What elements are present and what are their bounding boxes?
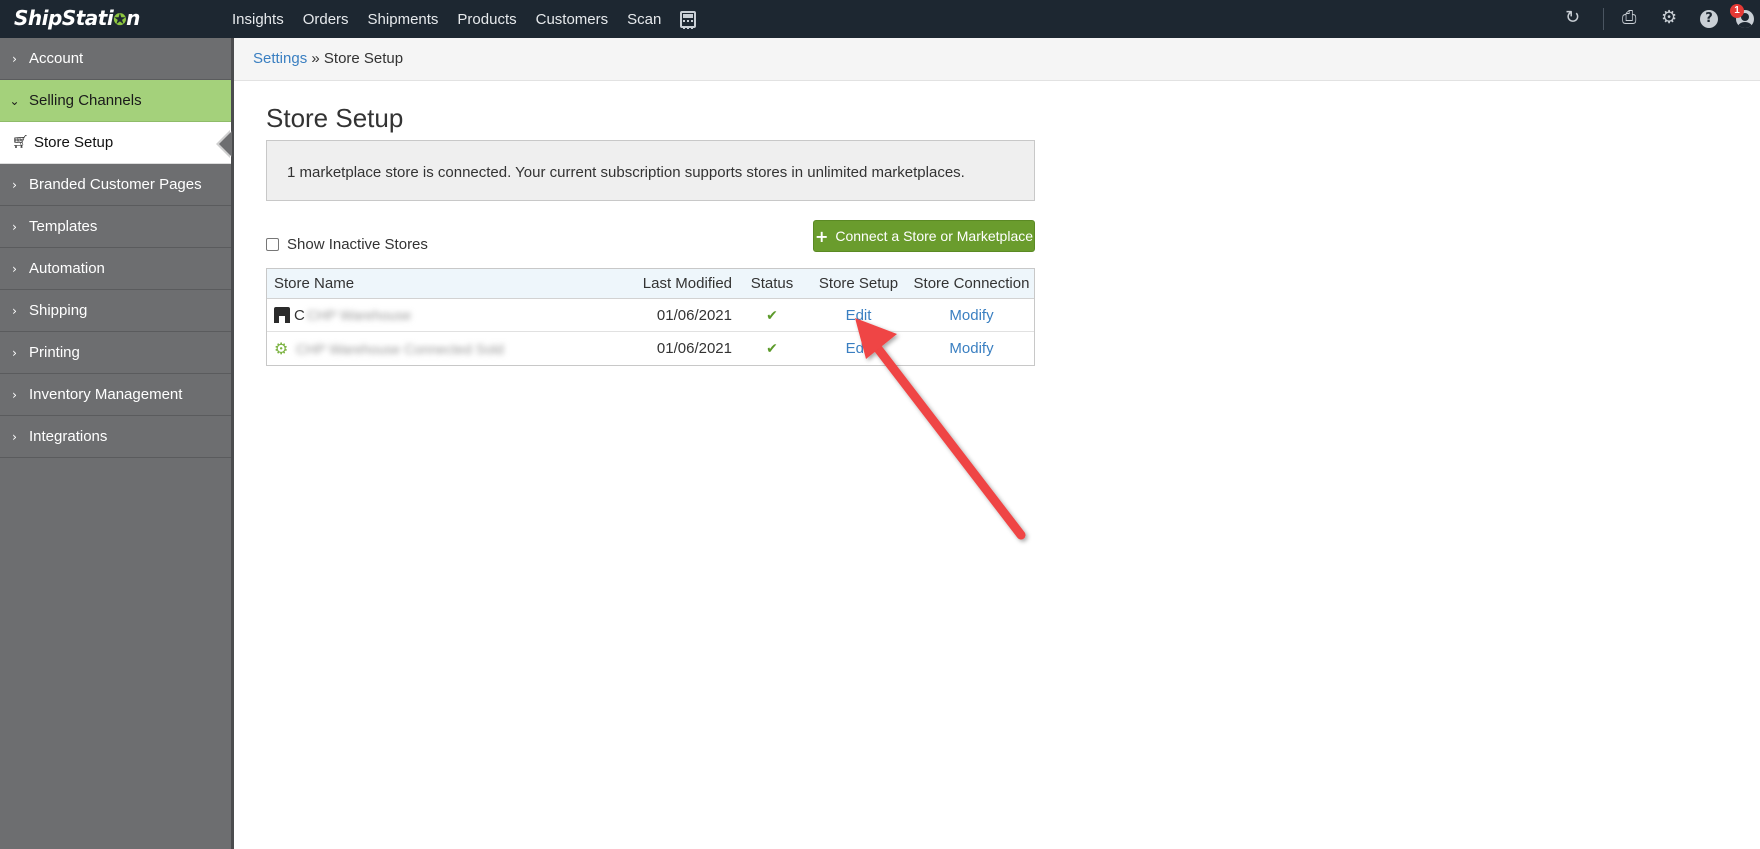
nav-customers[interactable]: Customers (536, 11, 609, 28)
sidebar-item-account[interactable]: › Account (0, 38, 231, 80)
storefront-icon (274, 307, 290, 323)
refresh-icon[interactable]: ↻ (1565, 8, 1580, 28)
sidebar-item-label: Automation (29, 260, 105, 277)
connect-store-button[interactable]: + Connect a Store or Marketplace (813, 220, 1035, 252)
cart-icon: 🛒︎ (12, 135, 29, 150)
sidebar-item-label: Account (29, 50, 84, 67)
breadcrumb: Settings » Store Setup (253, 50, 403, 67)
sidebar-item-label: Branded Customer Pages (29, 176, 202, 193)
show-inactive-label: Show Inactive Stores (287, 236, 428, 253)
store-setup-cell: Edit (808, 340, 909, 357)
chevron-down-icon: ⌄ (9, 93, 20, 108)
top-navigation-bar: ShipStati✪n Insights Orders Shipments Pr… (0, 0, 1760, 38)
table-row: ⚙ CHP Warehouse Connected Sold 01/06/202… (267, 332, 1034, 365)
toolbar-divider (1603, 8, 1604, 30)
modify-connection-link[interactable]: Modify (949, 307, 993, 324)
chevron-right-icon: › (12, 387, 17, 402)
sidebar-item-label: Shipping (29, 302, 88, 319)
nav-insights[interactable]: Insights (232, 11, 284, 28)
last-modified-cell: 01/06/2021 (656, 340, 732, 357)
notification-badge: 1 (1730, 4, 1744, 18)
chevron-right-icon: › (12, 177, 17, 192)
column-header-last-modified[interactable]: Last Modified (604, 275, 736, 292)
sidebar-item-integrations[interactable]: › Integrations (0, 416, 231, 458)
store-setup-cell: Edit (808, 307, 909, 324)
modify-connection-link[interactable]: Modify (949, 340, 993, 357)
manual-store-gear-icon: ⚙ (274, 338, 289, 358)
table-header: Store Name Last Modified Status Store Se… (267, 269, 1034, 299)
chevron-right-icon: › (12, 51, 17, 66)
show-inactive-checkbox[interactable] (266, 238, 279, 251)
sidebar-item-label: Printing (29, 344, 80, 361)
stores-table: Store Name Last Modified Status Store Se… (266, 268, 1035, 366)
store-name-visible: C (294, 306, 305, 324)
sidebar-item-printing[interactable]: › Printing (0, 332, 231, 374)
nav-orders[interactable]: Orders (303, 11, 349, 28)
store-connection-cell: Modify (909, 340, 1034, 357)
plus-icon: + (814, 226, 829, 246)
breadcrumb-settings-link[interactable]: Settings (253, 50, 307, 67)
sidebar-item-inventory-management[interactable]: › Inventory Management (0, 374, 231, 416)
help-icon[interactable]: ? (1700, 10, 1718, 28)
page-title: Store Setup (266, 103, 404, 133)
store-name-cell: ⚙ CHP Warehouse Connected Sold (267, 338, 604, 358)
sidebar-item-shipping[interactable]: › Shipping (0, 290, 231, 332)
checkmark-icon: ✔ (766, 307, 778, 324)
nav-shipments[interactable]: Shipments (368, 11, 439, 28)
show-inactive-stores-toggle[interactable]: Show Inactive Stores (266, 236, 428, 253)
last-modified-cell: 01/06/2021 (656, 306, 732, 324)
sidebar-item-selling-channels[interactable]: ⌄ Selling Channels (0, 80, 231, 122)
store-count-notice: 1 marketplace store is connected. Your c… (266, 140, 1035, 201)
chevron-right-icon: › (12, 303, 17, 318)
chevron-right-icon: › (12, 219, 17, 234)
nav-products[interactable]: Products (457, 11, 516, 28)
breadcrumb-bar: Settings » Store Setup (234, 38, 1760, 81)
store-name-cell: C CHP Warehouse (267, 307, 604, 324)
printer-icon[interactable]: ⎙ (1622, 8, 1636, 28)
sidebar-item-templates[interactable]: › Templates (0, 206, 231, 248)
store-name-redacted: CHP Warehouse Connected Sold (296, 340, 504, 357)
edit-store-link[interactable]: Edit (846, 340, 872, 357)
main-nav: Insights Orders Shipments Products Custo… (232, 0, 697, 38)
sidebar-item-automation[interactable]: › Automation (0, 248, 231, 290)
table-row: C CHP Warehouse 01/06/2021 ✔ Edit Modify (267, 299, 1034, 332)
breadcrumb-current: Store Setup (323, 50, 404, 67)
store-connection-cell: Modify (909, 307, 1034, 324)
calculator-icon[interactable] (680, 10, 697, 29)
checkmark-icon: ✔ (766, 341, 778, 357)
sidebar-item-label: Inventory Management (29, 386, 183, 403)
settings-gear-icon[interactable]: ⚙ (1661, 8, 1677, 28)
sidebar-item-label: Integrations (29, 428, 108, 445)
column-header-store-connection[interactable]: Store Connection (909, 275, 1034, 292)
chevron-right-icon: › (12, 345, 17, 360)
top-right-icons: ↻ ⎙ ⚙ ? 1 (1540, 0, 1760, 38)
nav-scan[interactable]: Scan (627, 11, 661, 28)
breadcrumb-separator: » (311, 50, 320, 67)
store-name-redacted: CHP Warehouse (306, 307, 412, 323)
settings-sidebar: › Account ⌄ Selling Channels 🛒︎ Store Se… (0, 38, 234, 849)
column-header-store-name[interactable]: Store Name (267, 275, 604, 292)
column-header-store-setup[interactable]: Store Setup (808, 275, 909, 292)
column-header-status[interactable]: Status (736, 275, 808, 292)
chevron-right-icon: › (12, 261, 17, 276)
status-cell: ✔ (736, 307, 808, 324)
shipstation-logo[interactable]: ShipStati✪n (14, 6, 140, 30)
sidebar-subitem-store-setup[interactable]: 🛒︎ Store Setup (0, 122, 232, 164)
status-cell: ✔ (736, 340, 808, 357)
chevron-right-icon: › (12, 429, 17, 444)
annotation-arrow (855, 318, 1026, 540)
sidebar-item-label: Selling Channels (29, 92, 142, 109)
sidebar-item-label: Store Setup (34, 134, 114, 151)
edit-store-link[interactable]: Edit (846, 307, 872, 324)
sidebar-item-branded-customer-pages[interactable]: › Branded Customer Pages (0, 164, 231, 206)
sidebar-item-label: Templates (29, 218, 98, 235)
connect-store-button-label: Connect a Store or Marketplace (835, 228, 1034, 244)
